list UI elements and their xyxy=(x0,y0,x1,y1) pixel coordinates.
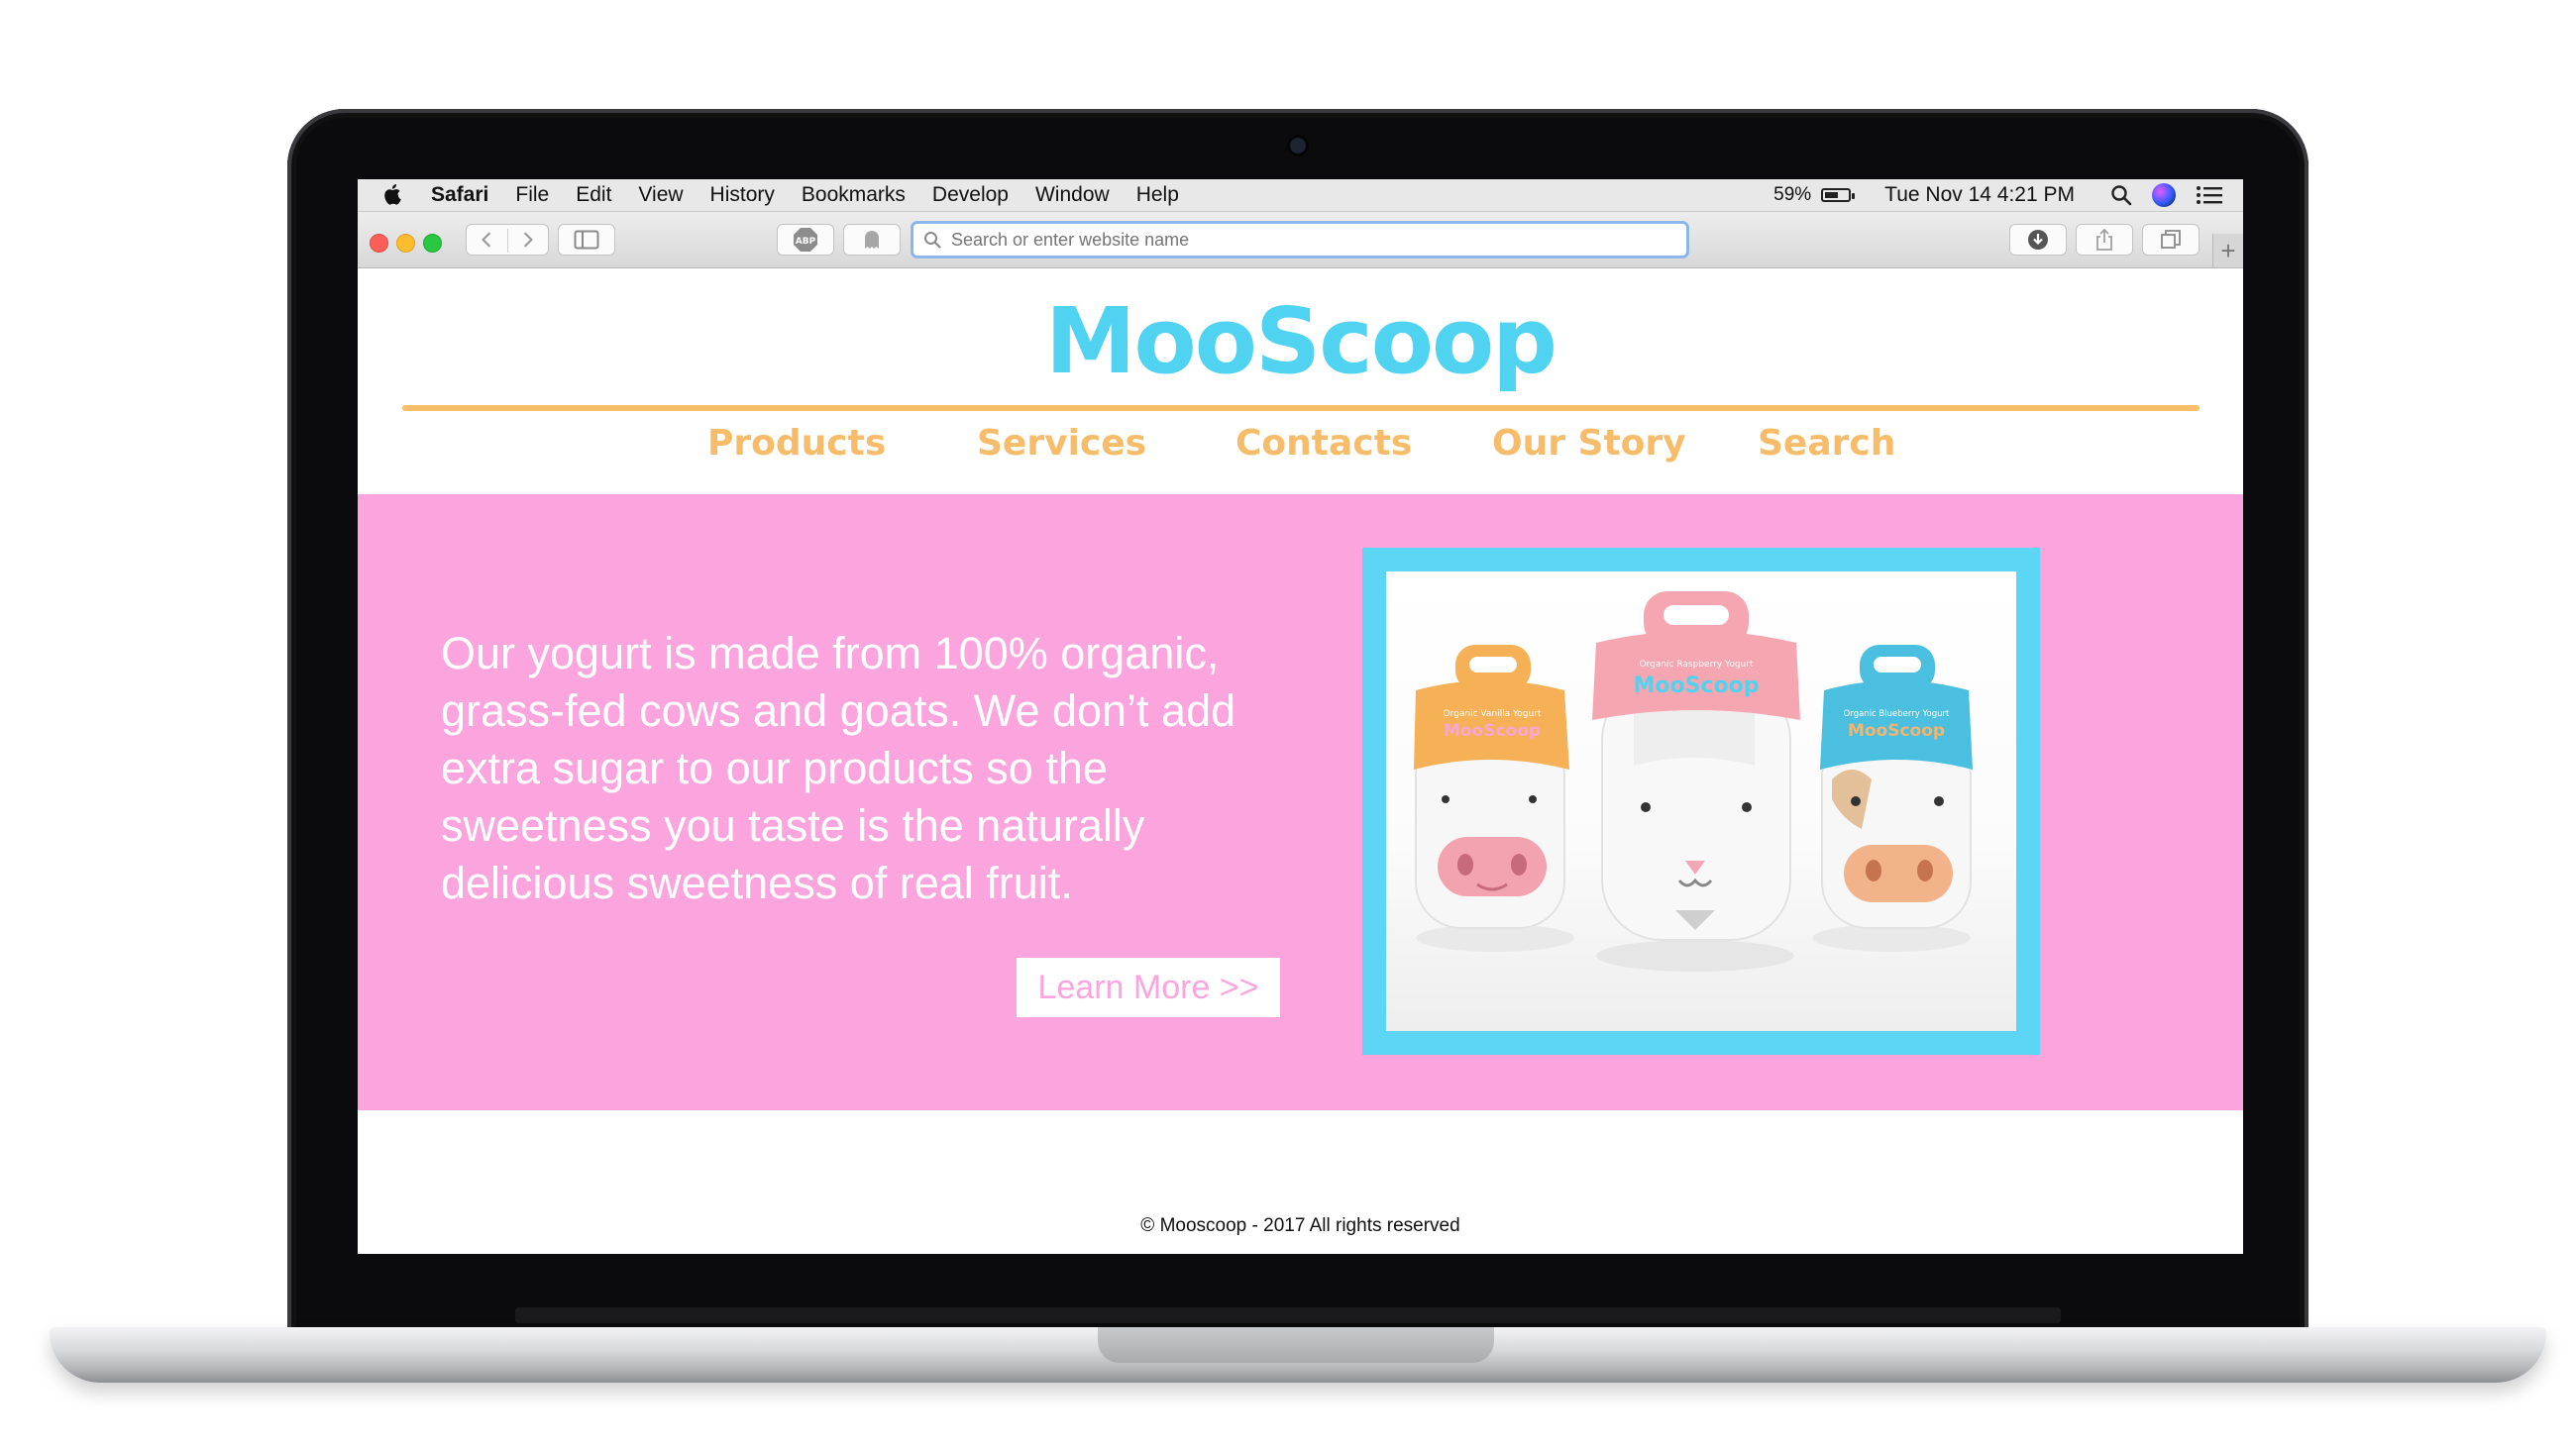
laptop-opening-notch xyxy=(1098,1327,1494,1363)
segment-divider xyxy=(507,229,508,253)
menu-edit[interactable]: Edit xyxy=(576,183,611,207)
address-bar[interactable] xyxy=(911,221,1689,259)
website: MooScoop Products Services Contacts Our … xyxy=(358,268,2243,1254)
window-close-button[interactable] xyxy=(370,234,388,253)
laptop-hinge xyxy=(515,1307,2061,1323)
menu-file[interactable]: File xyxy=(515,183,549,207)
download-icon xyxy=(2028,230,2048,250)
nav-contacts[interactable]: Contacts xyxy=(1235,423,1412,464)
jar-shadow xyxy=(1596,940,1794,972)
vanilla-yogurt-jar: Organic Vanilla Yogurt MooScoop xyxy=(1414,645,1569,929)
raspberry-yogurt-jar: Organic Raspberry Yogurt MooScoop xyxy=(1592,591,1800,941)
site-logo[interactable]: MooScoop xyxy=(358,288,2243,394)
macos-menubar: Safari File Edit View History Bookmarks … xyxy=(358,179,2243,212)
adblock-icon: ABP xyxy=(794,228,817,252)
menu-window[interactable]: Window xyxy=(1035,183,1110,207)
svg-text:Organic Raspberry Yogurt: Organic Raspberry Yogurt xyxy=(1640,660,1754,670)
sidebar-icon xyxy=(574,230,599,250)
webcam xyxy=(1290,138,1306,154)
plus-icon: + xyxy=(2220,236,2236,265)
back-icon[interactable] xyxy=(482,232,491,248)
product-photo[interactable]: Organic Vanilla Yogurt MooScoop Organic … xyxy=(1386,571,2016,1031)
notification-center-icon[interactable] xyxy=(2196,184,2223,206)
menu-app-name[interactable]: Safari xyxy=(431,183,488,207)
extension-button[interactable] xyxy=(843,224,901,256)
ghost-extension-icon xyxy=(865,231,879,249)
siri-icon[interactable] xyxy=(2152,183,2176,207)
spotlight-search-icon[interactable] xyxy=(2110,184,2132,206)
hero-description: Our yogurt is made from 100% organic, gr… xyxy=(441,628,1236,908)
header-divider xyxy=(402,405,2200,411)
battery-fill xyxy=(1825,192,1839,198)
adblock-button[interactable]: ABP xyxy=(777,224,834,256)
site-footer: © Mooscoop - 2017 All rights reserved xyxy=(1140,1215,1460,1236)
share-button[interactable] xyxy=(2076,224,2133,256)
menu-develop[interactable]: Develop xyxy=(932,183,1009,207)
menu-list: Safari File Edit View History Bookmarks … xyxy=(431,183,1206,207)
menu-help[interactable]: Help xyxy=(1136,183,1179,207)
svg-text:Organic Vanilla Yogurt: Organic Vanilla Yogurt xyxy=(1444,709,1542,719)
address-search-icon xyxy=(924,232,941,249)
product-photo-frame: Organic Vanilla Yogurt MooScoop Organic … xyxy=(1362,548,2040,1055)
site-nav: Products Services Contacts Our Story Sea… xyxy=(358,423,2243,482)
svg-text:Organic Blueberry Yogurt: Organic Blueberry Yogurt xyxy=(1844,709,1950,719)
svg-text:MooScoop: MooScoop xyxy=(1634,673,1760,698)
address-input[interactable] xyxy=(949,228,1666,252)
forward-icon[interactable] xyxy=(523,232,533,248)
nav-search[interactable]: Search xyxy=(1758,423,1895,464)
nav-services[interactable]: Services xyxy=(977,423,1146,464)
browser-toolbar: ABP Search or enter website name + xyxy=(358,212,2243,268)
screen: Safari File Edit View History Bookmarks … xyxy=(358,179,2243,1254)
svg-text:MooScoop: MooScoop xyxy=(1444,721,1541,741)
apple-icon[interactable] xyxy=(383,182,403,206)
blueberry-yogurt-jar: Organic Blueberry Yogurt MooScoop xyxy=(1820,645,1973,929)
menu-view[interactable]: View xyxy=(638,183,683,207)
window-zoom-button[interactable] xyxy=(423,234,442,253)
hero-banner: Our yogurt is made from 100% organic, gr… xyxy=(358,494,2243,1110)
learn-more-button[interactable]: Learn More >> xyxy=(1017,958,1280,1017)
downloads-button[interactable] xyxy=(2009,224,2067,256)
yogurt-jars-illustration: Organic Vanilla Yogurt MooScoop Organic … xyxy=(1414,591,1973,972)
new-tab-button[interactable]: + xyxy=(2212,234,2243,267)
nav-products[interactable]: Products xyxy=(707,423,886,464)
tabs-overview-button[interactable] xyxy=(2142,224,2200,256)
battery-icon[interactable] xyxy=(1821,188,1856,202)
tabs-icon xyxy=(2161,230,2181,249)
back-forward-buttons xyxy=(466,224,549,256)
status-area: 59% Tue Nov 14 4:21 PM xyxy=(1773,183,2223,207)
share-icon xyxy=(2096,228,2112,251)
clock[interactable]: Tue Nov 14 4:21 PM xyxy=(1884,183,2075,207)
battery-percent: 59% xyxy=(1773,184,1812,205)
svg-text:MooScoop: MooScoop xyxy=(1848,721,1945,741)
menu-bookmarks[interactable]: Bookmarks xyxy=(802,183,906,207)
menu-history[interactable]: History xyxy=(710,183,775,207)
svg-text:ABP: ABP xyxy=(796,237,816,247)
nav-our-story[interactable]: Our Story xyxy=(1492,423,1686,464)
sidebar-toggle-button[interactable] xyxy=(558,224,615,256)
window-minimize-button[interactable] xyxy=(396,234,415,253)
